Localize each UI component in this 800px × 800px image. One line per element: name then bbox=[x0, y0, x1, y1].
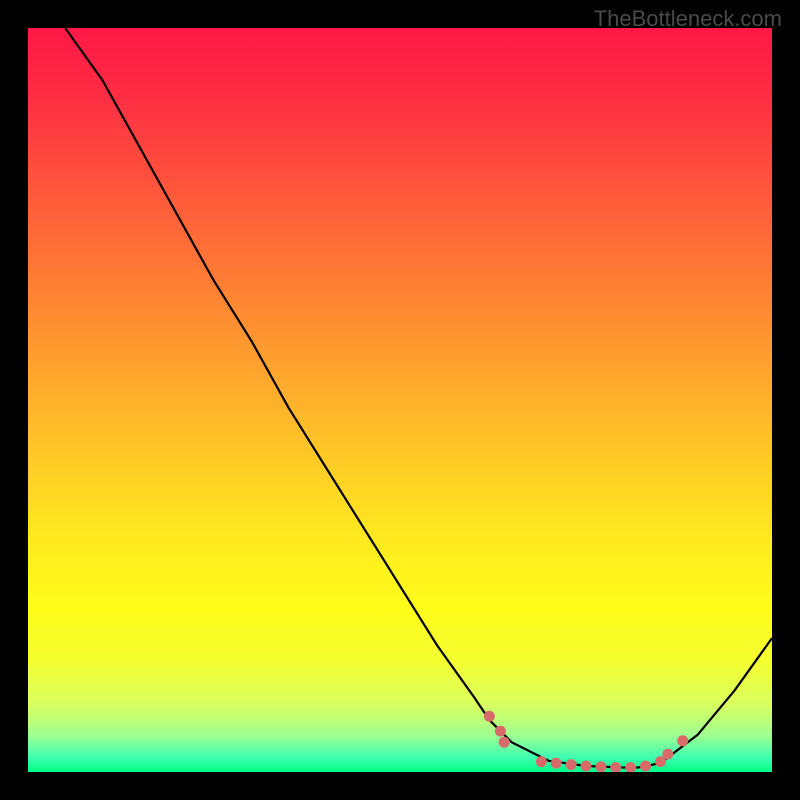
chart-marker bbox=[551, 758, 562, 769]
chart-marker bbox=[610, 762, 621, 772]
chart-marker bbox=[566, 759, 577, 770]
chart-marker bbox=[581, 761, 592, 772]
chart-marker bbox=[677, 735, 688, 746]
chart-marker bbox=[484, 711, 495, 722]
chart-marker bbox=[640, 761, 651, 772]
chart-marker bbox=[662, 749, 673, 760]
chart-marker bbox=[595, 761, 606, 772]
chart-svg bbox=[28, 28, 772, 772]
chart-plot-area bbox=[28, 28, 772, 772]
chart-marker bbox=[499, 737, 510, 748]
chart-markers bbox=[484, 711, 688, 772]
chart-marker bbox=[625, 762, 636, 772]
watermark-text: TheBottleneck.com bbox=[594, 6, 782, 32]
chart-curve bbox=[65, 28, 772, 768]
chart-marker bbox=[536, 756, 547, 767]
chart-marker bbox=[495, 726, 506, 737]
